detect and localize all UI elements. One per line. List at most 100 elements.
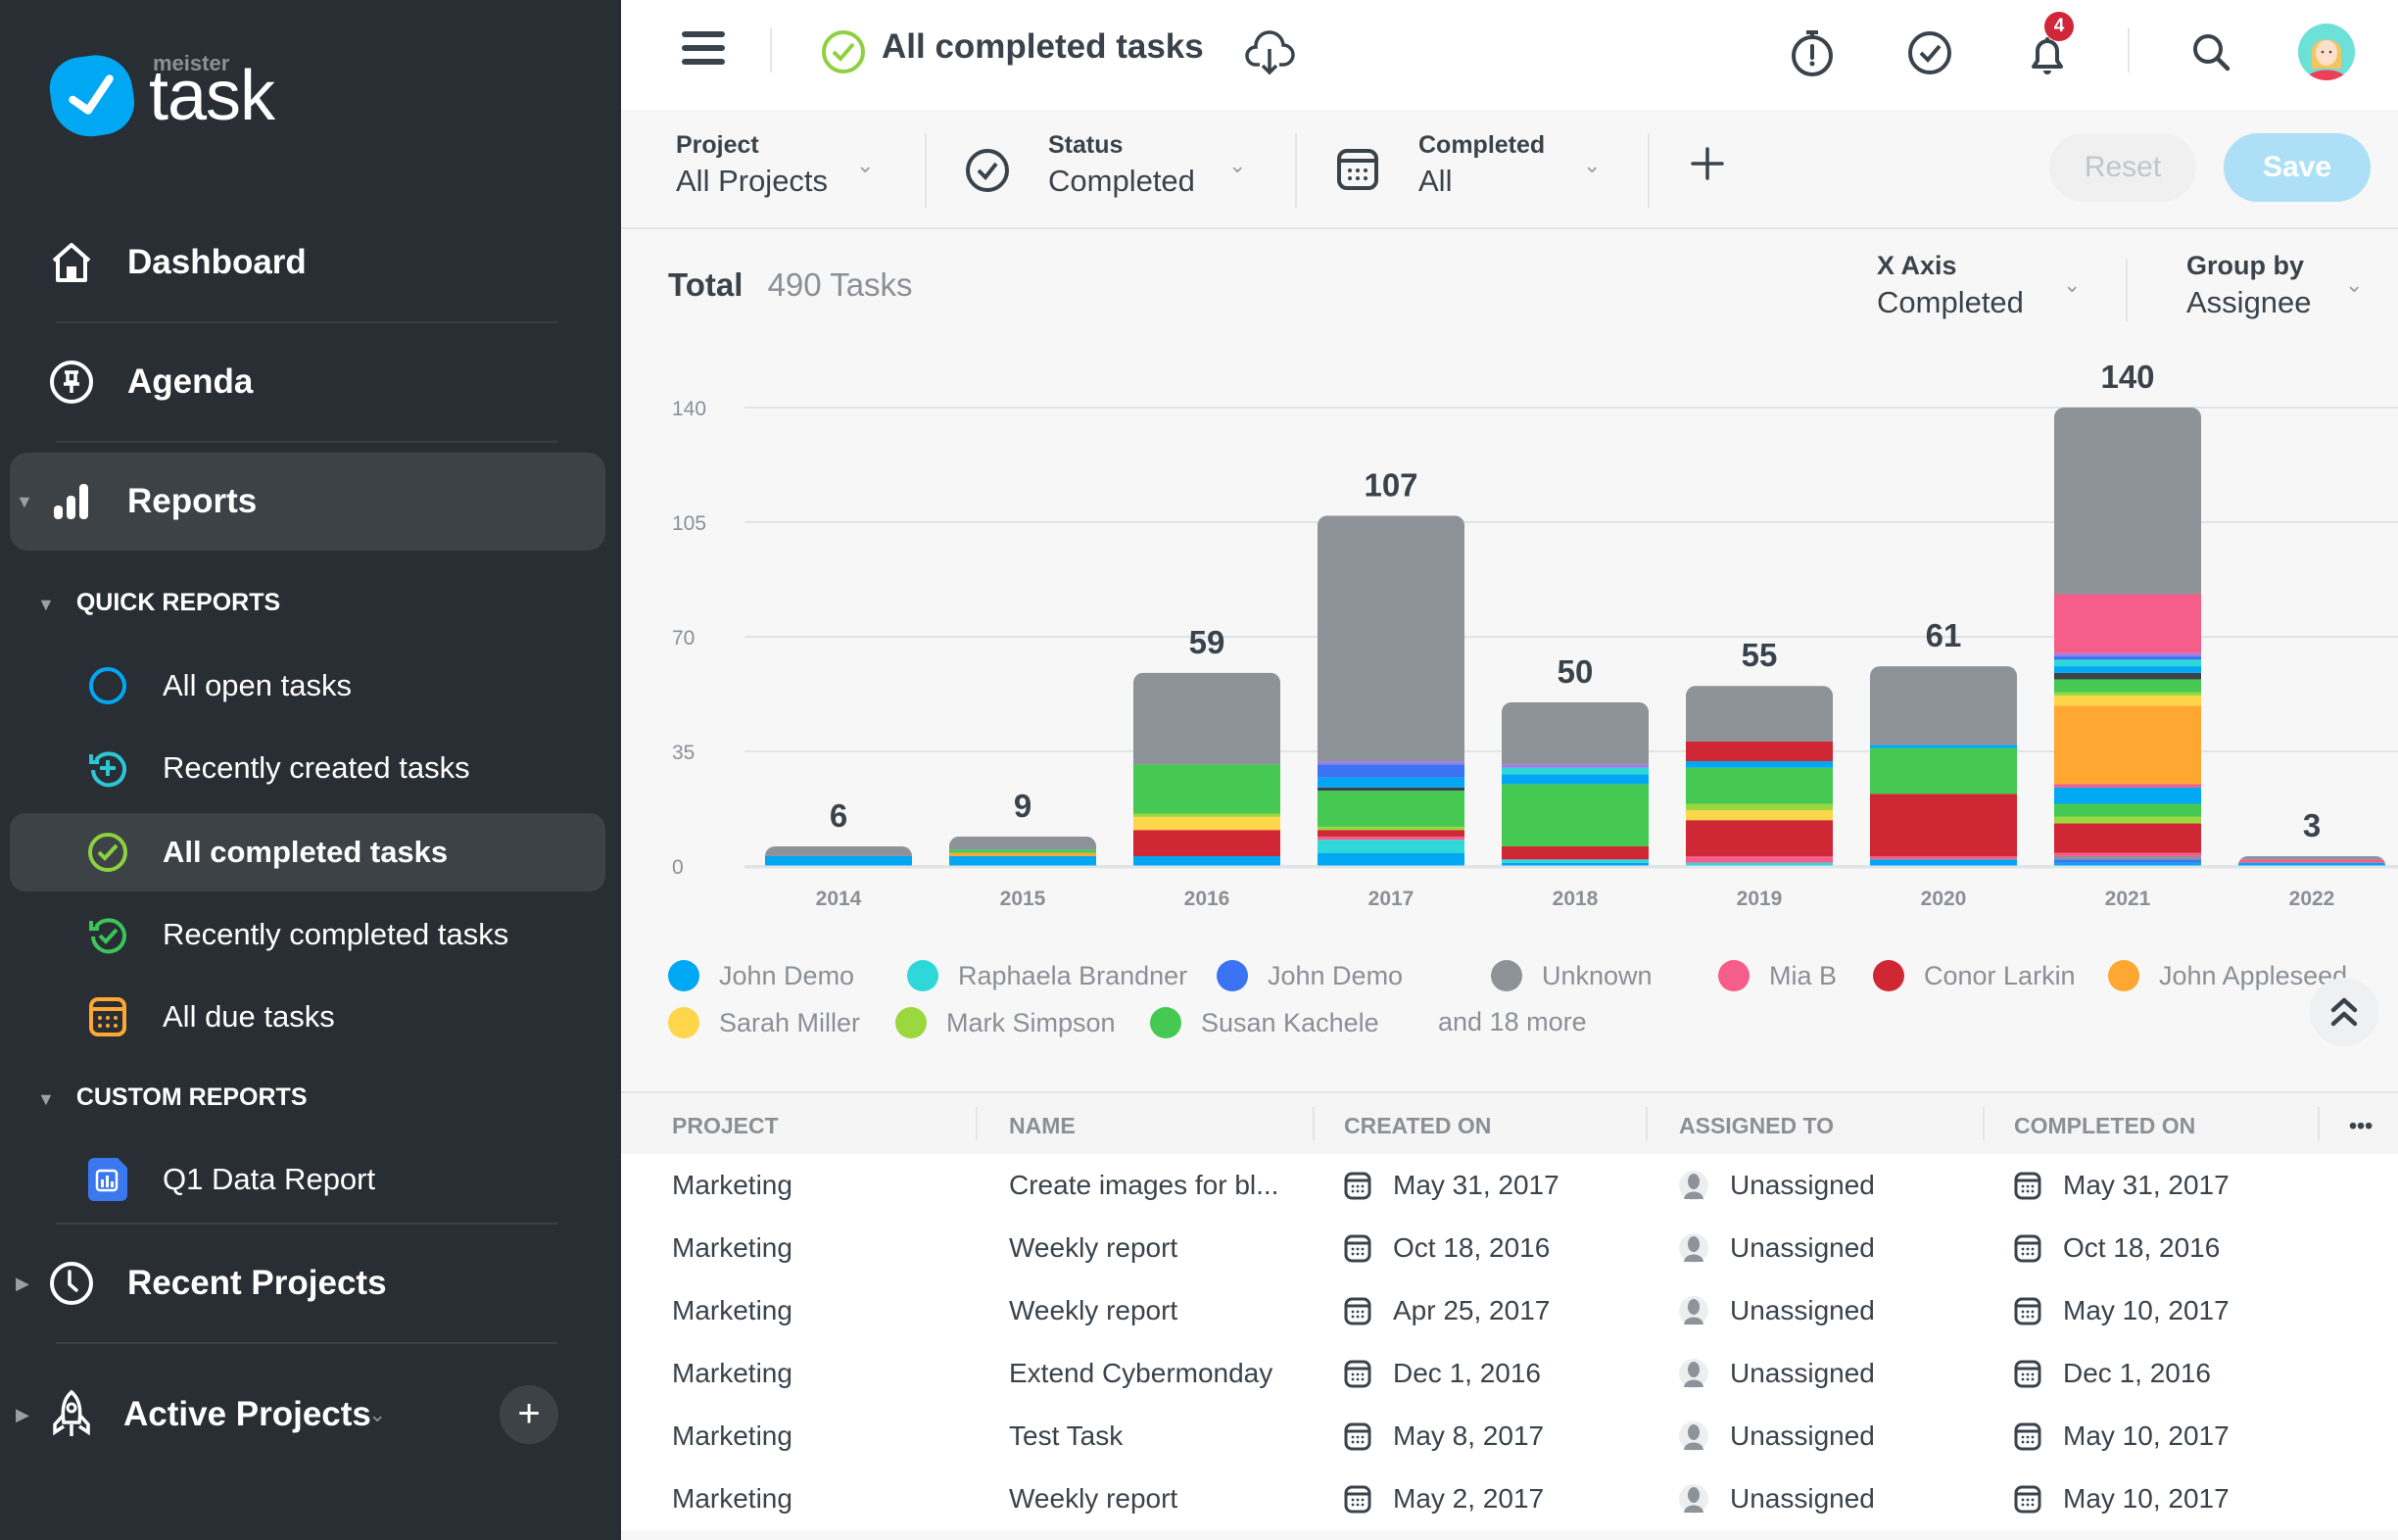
quick-reports-heading[interactable]: ▼ QUICK REPORTS [37,589,280,617]
bar-segment[interactable] [2054,852,2201,856]
column-divider[interactable] [1313,1107,1315,1140]
bar-segment[interactable] [1318,787,1464,792]
nav-reports[interactable]: ▼ Reports [10,453,605,551]
bar-segment[interactable] [1502,764,1649,768]
bar-segment[interactable] [2054,787,2201,804]
bar-segment[interactable] [1318,826,1464,831]
bar-segment[interactable] [2238,862,2385,866]
more-options-icon[interactable]: ••• [2349,1113,2373,1139]
search-icon[interactable] [2186,27,2237,78]
bar-segment[interactable] [2054,803,2201,817]
legend-item[interactable]: Mia B [1718,960,1837,991]
custom-reports-heading[interactable]: ▼ CUSTOM REPORTS [37,1083,308,1112]
bar-segment[interactable] [1133,672,1280,765]
nav-dashboard[interactable]: Dashboard [0,214,621,312]
bar-segment[interactable] [949,852,1096,856]
bar-2017[interactable] [1318,515,1464,866]
column-header-assigned-to[interactable]: ASSIGNED TO [1679,1113,1834,1139]
bar-segment[interactable] [2054,862,2201,866]
x-axis-selector[interactable]: X Axis Completed [1877,251,2024,320]
legend-item[interactable]: John Appleseed [2108,960,2347,991]
expand-caret-icon[interactable]: ▶ [16,1274,29,1294]
bar-segment[interactable] [1502,845,1649,860]
bar-segment[interactable] [2054,705,2201,785]
chevron-down-icon[interactable]: ⌄ [2345,272,2363,298]
bar-segment[interactable] [2054,656,2201,660]
table-row[interactable]: Marketing Weekly report May 2, 2017 Unassig… [621,1468,2398,1530]
bar-segment[interactable] [1686,741,1833,762]
bar-segment[interactable] [1318,852,1464,866]
bar-segment[interactable] [2054,666,2201,673]
bar-2019[interactable] [1686,686,1833,866]
bar-segment[interactable] [2054,659,2201,667]
column-header-completed-on[interactable]: COMPLETED ON [2014,1113,2195,1139]
bar-2021[interactable] [2054,408,2201,866]
bar-segment[interactable] [949,849,1096,853]
bar-segment[interactable] [1502,774,1649,785]
bar-segment[interactable] [2054,855,2201,860]
bar-segment[interactable] [1870,747,2017,794]
report-recently-created[interactable]: Recently created tasks [10,729,605,807]
bar-segment[interactable] [1686,810,1833,821]
bar-segment[interactable] [1870,666,2017,746]
column-divider[interactable] [976,1107,978,1140]
column-divider[interactable] [1983,1107,1985,1140]
bar-segment[interactable] [1686,761,1833,768]
table-row[interactable]: Marketing Weekly report Apr 25, 2017 Unassi… [621,1279,2398,1342]
bar-segment[interactable] [2054,692,2201,697]
user-avatar[interactable] [2298,24,2355,80]
legend-item[interactable]: Conor Larkin [1873,960,2076,991]
completed-filter[interactable]: Completed All [1418,131,1545,199]
menu-icon[interactable] [682,31,725,71]
column-header-created-on[interactable]: CREATED ON [1344,1113,1491,1139]
bar-segment[interactable] [2054,652,2201,657]
bar-segment[interactable] [765,845,912,856]
bar-segment[interactable] [1133,813,1280,817]
cloud-download-icon[interactable] [1244,27,1295,83]
add-project-button[interactable]: + [500,1385,558,1444]
bar-segment[interactable] [1502,701,1649,765]
meistertask-logo[interactable]: meister task [45,50,286,142]
bar-segment[interactable] [2238,855,2385,860]
bar-segment[interactable] [2054,594,2201,653]
report-recently-completed[interactable]: Recently completed tasks [10,895,605,974]
chevron-down-icon[interactable]: ⌄ [368,1402,386,1427]
reset-button[interactable]: Reset [2049,133,2196,202]
bar-segment[interactable] [2054,672,2201,680]
add-filter-icon[interactable] [1689,145,1726,187]
bar-segment[interactable] [1870,859,2017,866]
bar-segment[interactable] [1870,745,2017,748]
bar-segment[interactable] [1133,830,1280,856]
bar-segment[interactable] [2054,784,2201,788]
bar-segment[interactable] [1318,840,1464,853]
bar-segment[interactable] [1318,777,1464,788]
bar-segment[interactable] [2054,408,2201,595]
bar-segment[interactable] [1686,862,1833,866]
nav-recent-projects[interactable]: ▶ Recent Projects [0,1234,621,1332]
status-filter[interactable]: Status Completed [1048,131,1195,199]
bar-2020[interactable] [1870,666,2017,866]
table-row[interactable]: Marketing Create images for bl... May 31, … [621,1154,2398,1217]
bar-segment[interactable] [1318,836,1464,841]
bar-segment[interactable] [1870,855,2017,860]
stopwatch-icon[interactable] [1787,27,1838,78]
bar-segment[interactable] [1318,515,1464,762]
chevron-down-icon[interactable]: ⌄ [2063,272,2081,298]
bar-segment[interactable] [765,855,912,866]
bar-segment[interactable] [1133,764,1280,814]
report-all-due[interactable]: All due tasks [10,978,605,1056]
bar-segment[interactable] [2054,696,2201,706]
check-circle-icon[interactable] [1904,27,1955,78]
report-all-open-tasks[interactable]: All open tasks [10,647,605,725]
column-divider[interactable] [1646,1107,1648,1140]
collapse-legend-button[interactable] [2310,978,2378,1046]
bar-segment[interactable] [1133,816,1280,831]
column-divider[interactable] [2318,1107,2320,1140]
bar-segment[interactable] [2238,859,2385,863]
nav-agenda[interactable]: Agenda [0,333,621,431]
expand-caret-icon[interactable]: ▼ [16,492,33,512]
bar-2015[interactable] [949,836,1096,866]
bar-segment[interactable] [949,855,1096,866]
table-row[interactable]: Marketing Weekly report Oct 18, 2016 Unassi… [621,1217,2398,1279]
bar-segment[interactable] [1318,764,1464,778]
